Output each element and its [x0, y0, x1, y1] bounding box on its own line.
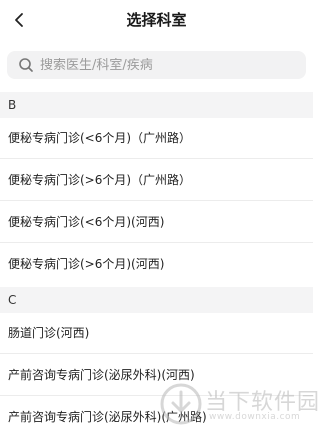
top-nav-bar: 选择科室 [0, 0, 313, 40]
search-bar [0, 40, 313, 90]
list-item[interactable]: 便秘专病门诊(<6个月)（广州路） [0, 118, 313, 159]
list-item[interactable]: 产前咨询专病门诊(泌尿外科)(广州路) [0, 397, 313, 438]
list-item[interactable]: 产前咨询专病门诊(泌尿外科)(河西) [0, 355, 313, 396]
list-item[interactable]: 便秘专病门诊(>6个月)（广州路） [0, 160, 313, 201]
list-item[interactable]: 便秘专病门诊(>6个月)(河西) [0, 244, 313, 285]
list-item[interactable]: 便秘专病门诊(<6个月)(河西) [0, 202, 313, 243]
search-box[interactable] [7, 51, 306, 79]
list-item[interactable]: 肠道门诊(河西) [0, 313, 313, 354]
section-header-b: B [0, 92, 313, 118]
page-title: 选择科室 [126, 11, 187, 29]
search-icon [17, 56, 35, 74]
section-header-c: C [0, 287, 313, 313]
search-input[interactable] [40, 57, 280, 73]
